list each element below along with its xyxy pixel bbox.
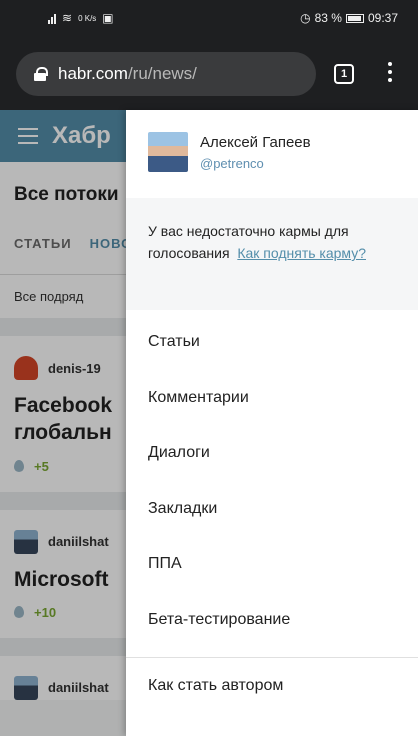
menu-item-articles[interactable]: Статьи (126, 314, 418, 370)
nfc-icon: ▣ (102, 11, 114, 25)
wifi-icon: ≋ (62, 11, 73, 25)
tab-count: 1 (340, 68, 348, 80)
menu-item-become-author[interactable]: Как стать автором (126, 658, 418, 714)
user-handle: @petrenco (200, 156, 264, 171)
alarm-icon: ◷ (300, 11, 311, 25)
menu-item-beta-testing[interactable]: Бета-тестирование (126, 592, 418, 648)
overflow-menu-icon[interactable] (386, 62, 394, 86)
menu-item-bookmarks[interactable]: Закладки (126, 481, 418, 537)
user-profile[interactable]: Алексей Гапеев @petrenco (126, 110, 418, 198)
user-name: Алексей Гапеев (200, 134, 311, 151)
browser-toolbar: habr.com/ru/news/ 1 (0, 38, 418, 110)
navigation-drawer: Алексей Гапеев @petrenco У вас недостато… (126, 110, 418, 736)
menu-item-comments[interactable]: Комментарии (126, 370, 418, 426)
menu-item-ppa[interactable]: ППА (126, 536, 418, 592)
clock: 09:37 (367, 11, 398, 25)
network-speed: 0 K/s (78, 13, 97, 23)
url-host: habr.com (58, 64, 128, 83)
battery-icon (345, 13, 364, 23)
signal-icon (48, 13, 56, 24)
avatar (148, 132, 188, 172)
battery-percent: 83 % (314, 11, 342, 25)
drawer-menu: Статьи Комментарии Диалоги Закладки ППА … (126, 310, 418, 714)
karma-help-link[interactable]: Как поднять карму? (237, 245, 366, 261)
tab-switcher-icon[interactable]: 1 (334, 64, 354, 84)
address-bar[interactable]: habr.com/ru/news/ (16, 52, 316, 96)
lock-icon (34, 67, 48, 81)
status-bar: ≋ 0 K/s ▣ ◷ 83 % 09:37 (0, 0, 418, 38)
url-path: /ru/news/ (127, 64, 197, 83)
menu-item-dialogs[interactable]: Диалоги (126, 425, 418, 481)
karma-notice: У вас недостаточно кармы для голосования… (126, 198, 418, 310)
